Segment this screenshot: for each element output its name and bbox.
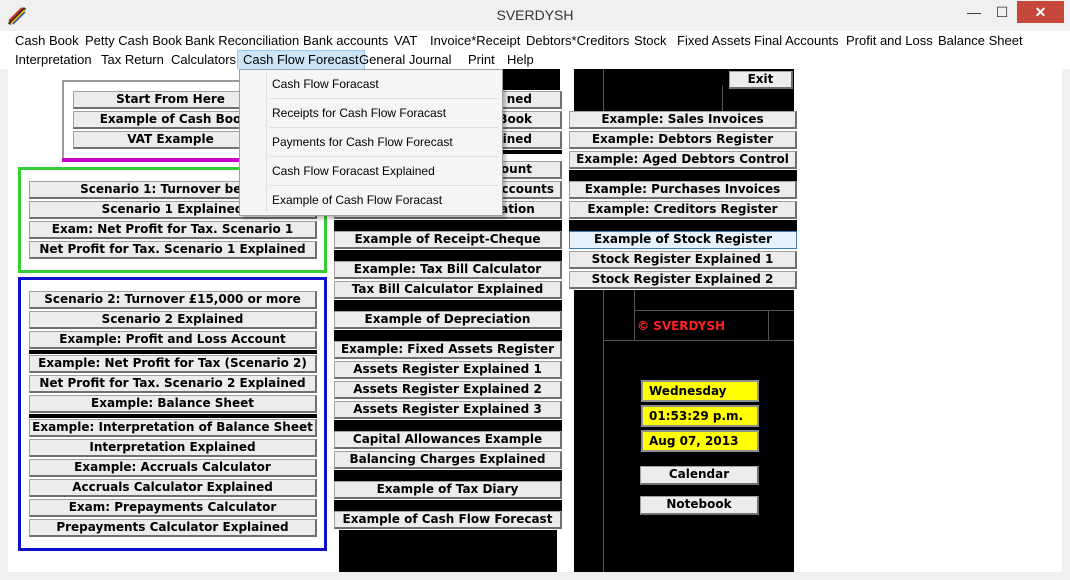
black-panel	[500, 69, 560, 90]
dropdown-gutter	[266, 72, 267, 212]
accruals-calculator-explained-button[interactable]: Accruals Calculator Explained	[29, 479, 317, 497]
assets-register-explained-3-button[interactable]: Assets Register Explained 3	[334, 401, 562, 419]
example-of-depreciation-button[interactable]: Example of Depreciation	[334, 311, 562, 329]
notebook-button[interactable]: Notebook	[640, 496, 759, 515]
panel-line	[604, 340, 794, 341]
exam-net-profit-scenario-1-button[interactable]: Exam: Net Profit for Tax. Scenario 1	[29, 221, 317, 239]
copyright-label: © SVERDYSH	[637, 319, 726, 333]
dropdown-item-cash-flow-forecast[interactable]: Cash Flow Foracast	[272, 70, 497, 98]
cash-flow-forecast-dropdown: Cash Flow Foracast Receipts for Cash Flo…	[239, 69, 503, 216]
example-of-stock-register-button[interactable]: Example of Stock Register	[569, 231, 797, 249]
panel-line	[768, 310, 769, 340]
menu-profit-and-loss[interactable]: Profit and Loss	[841, 31, 938, 50]
example-interpretation-button[interactable]: Example: Interpretation of Balance Sheet	[29, 419, 317, 437]
example-aged-debtors-control-button[interactable]: Example: Aged Debtors Control	[569, 151, 797, 169]
minimize-button[interactable]: —	[961, 1, 987, 23]
day-display: Wednesday	[641, 380, 759, 402]
example-net-profit-scenario-2-button[interactable]: Example: Net Profit for Tax (Scenario 2)	[29, 355, 317, 373]
black-panel	[334, 330, 562, 341]
exam-prepayments-calculator-button[interactable]: Exam: Prepayments Calculator	[29, 499, 317, 517]
window-title: SVERDYSH	[496, 7, 574, 23]
panel-line	[722, 86, 723, 111]
example-tax-bill-calculator-button[interactable]: Example: Tax Bill Calculator	[334, 261, 562, 279]
dropdown-item-explained[interactable]: Cash Flow Foracast Explained	[272, 157, 497, 185]
menu-bar: Cash Book Petty Cash Book Bank Reconcili…	[0, 31, 1070, 71]
black-panel	[334, 420, 562, 431]
prepayments-calculator-explained-button[interactable]: Prepayments Calculator Explained	[29, 519, 317, 537]
assets-register-explained-2-button[interactable]: Assets Register Explained 2	[334, 381, 562, 399]
menu-balance-sheet[interactable]: Balance Sheet	[933, 31, 1028, 50]
net-profit-scenario-1-explained-button[interactable]: Net Profit for Tax. Scenario 1 Explained	[29, 241, 317, 259]
black-panel	[334, 220, 562, 231]
menu-bank-accounts[interactable]: Bank accounts	[298, 31, 393, 50]
example-creditors-register-button[interactable]: Example: Creditors Register	[569, 201, 797, 219]
menu-vat[interactable]: VAT	[389, 31, 422, 50]
example-purchases-invoices-button[interactable]: Example: Purchases Invoices	[569, 181, 797, 199]
menu-interpretation[interactable]: Interpretation	[10, 50, 97, 69]
dropdown-item-receipts[interactable]: Receipts for Cash Flow Foracast	[272, 99, 497, 127]
black-panel	[339, 530, 557, 572]
stock-register-explained-1-button[interactable]: Stock Register Explained 1	[569, 251, 797, 269]
black-panel	[334, 470, 562, 481]
divider	[29, 350, 317, 354]
interpretation-explained-button[interactable]: Interpretation Explained	[29, 439, 317, 457]
menu-calculators[interactable]: Calculators	[166, 50, 241, 69]
scenario-2-button[interactable]: Scenario 2: Turnover £15,000 or more	[29, 291, 317, 309]
menu-tax-return[interactable]: Tax Return	[96, 50, 169, 69]
balancing-charges-explained-button[interactable]: Balancing Charges Explained	[334, 451, 562, 469]
example-fixed-assets-register-button[interactable]: Example: Fixed Assets Register	[334, 341, 562, 359]
panel-line	[603, 290, 604, 572]
date-display: Aug 07, 2013	[641, 430, 759, 452]
black-panel	[569, 170, 797, 181]
scenario-2-explained-button[interactable]: Scenario 2 Explained	[29, 311, 317, 329]
panel-line	[634, 310, 794, 311]
panel-line	[603, 69, 604, 111]
dropdown-item-payments[interactable]: Payments for Cash Flow Forecast	[272, 128, 497, 156]
menu-general-journal[interactable]: General Journal	[354, 50, 457, 69]
menu-cash-book[interactable]: Cash Book	[10, 31, 84, 50]
menu-petty-cash-book[interactable]: Petty Cash Book	[80, 31, 187, 50]
black-panel	[334, 500, 562, 511]
assets-register-explained-1-button[interactable]: Assets Register Explained 1	[334, 361, 562, 379]
capital-allowances-example-button[interactable]: Capital Allowances Example	[334, 431, 562, 449]
example-profit-loss-button[interactable]: Example: Profit and Loss Account	[29, 331, 317, 349]
menu-bank-reconciliation[interactable]: Bank Reconciliation	[180, 31, 304, 50]
menu-cash-flow-forecast[interactable]: Cash Flow Forecast	[237, 50, 365, 71]
example-of-cash-flow-forecast-button[interactable]: Example of Cash Flow Forecast	[334, 511, 562, 529]
calendar-button[interactable]: Calendar	[640, 466, 759, 485]
tax-bill-calculator-explained-button[interactable]: Tax Bill Calculator Explained	[334, 281, 562, 299]
black-panel	[334, 300, 562, 311]
net-profit-scenario-2-explained-button[interactable]: Net Profit for Tax. Scenario 2 Explained	[29, 375, 317, 393]
example-sales-invoices-button[interactable]: Example: Sales Invoices	[569, 111, 797, 129]
time-display: 01:53:29 p.m.	[641, 405, 759, 427]
example-of-tax-diary-button[interactable]: Example of Tax Diary	[334, 481, 562, 499]
menu-print[interactable]: Print	[463, 50, 500, 69]
close-button[interactable]: ✕	[1017, 1, 1064, 23]
divider	[29, 414, 317, 418]
menu-debtors-creditors[interactable]: Debtors*Creditors	[521, 31, 634, 50]
maximize-button[interactable]: ☐	[989, 1, 1015, 23]
title-bar: SVERDYSH — ☐ ✕	[0, 0, 1070, 32]
panel-line	[634, 290, 635, 340]
black-panel	[334, 250, 562, 261]
example-debtors-register-button[interactable]: Example: Debtors Register	[569, 131, 797, 149]
example-balance-sheet-button[interactable]: Example: Balance Sheet	[29, 395, 317, 413]
menu-fixed-assets[interactable]: Fixed Assets	[672, 31, 756, 50]
example-accruals-calculator-button[interactable]: Example: Accruals Calculator	[29, 459, 317, 477]
menu-help[interactable]: Help	[502, 50, 539, 69]
menu-stock[interactable]: Stock	[629, 31, 672, 50]
menu-invoice-receipt[interactable]: Invoice*Receipt	[425, 31, 525, 50]
example-receipt-cheque-button[interactable]: Example of Receipt-Cheque	[334, 231, 562, 249]
black-panel	[569, 220, 797, 231]
stock-register-explained-2-button[interactable]: Stock Register Explained 2	[569, 271, 797, 289]
dropdown-item-example[interactable]: Example of Cash Flow Foracast	[272, 186, 497, 214]
exit-button[interactable]: Exit	[729, 71, 793, 89]
menu-final-accounts[interactable]: Final Accounts	[749, 31, 844, 50]
